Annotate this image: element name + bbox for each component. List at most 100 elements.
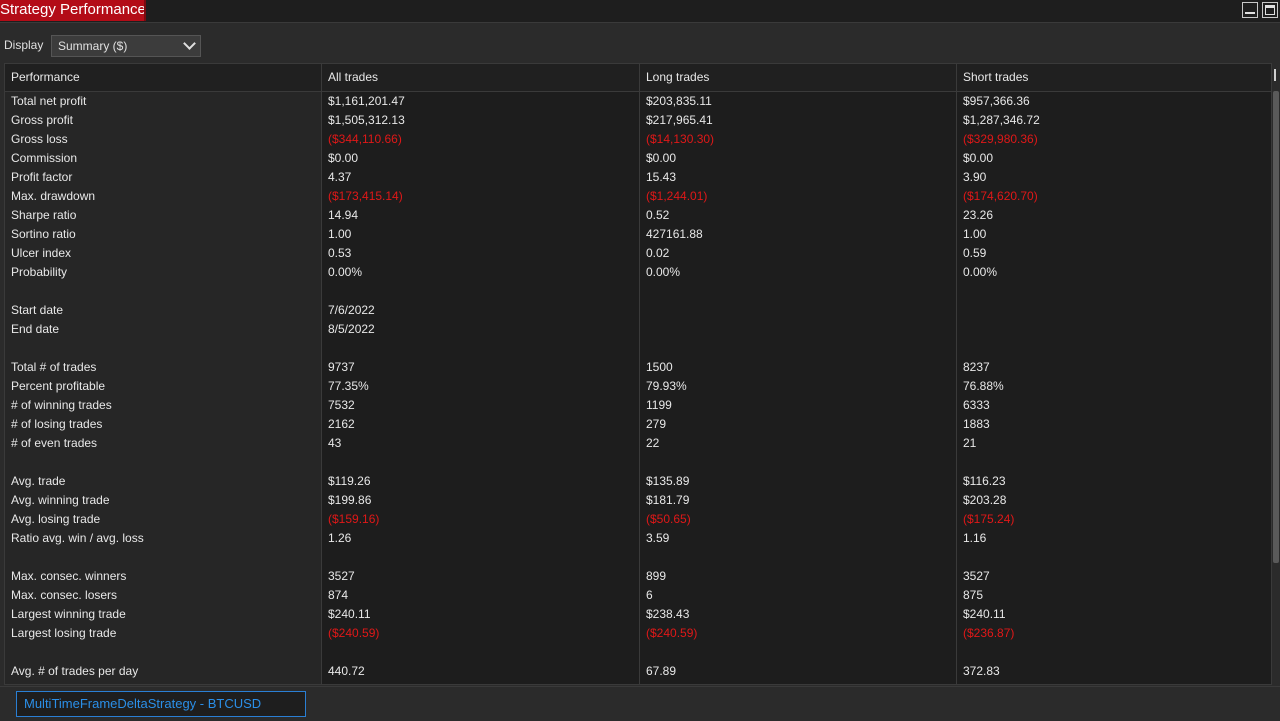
table-row[interactable]: Sharpe ratio 14.94 0.52 23.26 xyxy=(5,206,1271,225)
row-label: Profit factor xyxy=(11,170,73,184)
row-value: 372.83 xyxy=(963,664,1000,678)
table-row[interactable]: Percent profitable 77.35% 79.93% 76.88% xyxy=(5,377,1271,396)
table-row[interactable]: Profit factor 4.37 15.43 3.90 xyxy=(5,168,1271,187)
row-value: 7/6/2022 xyxy=(328,303,375,317)
table-row[interactable] xyxy=(5,453,1271,472)
row-value xyxy=(640,339,957,358)
header-short-trades[interactable]: Short trades xyxy=(957,64,1271,91)
row-value: 899 xyxy=(646,569,667,583)
table-row[interactable] xyxy=(5,339,1271,358)
row-value: ($173,415.14) xyxy=(328,189,403,203)
performance-grid: Performance All trades Long trades Short… xyxy=(4,63,1272,685)
row-value xyxy=(640,282,957,301)
row-value: 2162 xyxy=(328,417,355,431)
row-value: 440.72 xyxy=(328,664,365,678)
row-value: 1883 xyxy=(963,417,990,431)
row-value: $203.28 xyxy=(963,493,1007,507)
table-row[interactable] xyxy=(5,643,1271,662)
table-row[interactable]: # of losing trades 2162 279 1883 xyxy=(5,415,1271,434)
row-label: Largest winning trade xyxy=(11,607,126,621)
grid-header: Performance All trades Long trades Short… xyxy=(5,64,1271,92)
row-value xyxy=(640,301,957,320)
table-row[interactable]: End date 8/5/2022 xyxy=(5,320,1271,339)
row-value xyxy=(322,548,640,567)
table-row[interactable] xyxy=(5,548,1271,567)
row-value: ($1,244.01) xyxy=(646,189,708,203)
display-label: Display xyxy=(4,38,44,52)
header-all-trades[interactable]: All trades xyxy=(322,64,640,91)
header-long-trades[interactable]: Long trades xyxy=(640,64,957,91)
row-value: $119.26 xyxy=(328,474,371,488)
table-row[interactable]: Commission $0.00 $0.00 $0.00 xyxy=(5,149,1271,168)
minimize-icon[interactable] xyxy=(1242,2,1258,18)
row-value: 8/5/2022 xyxy=(328,322,375,336)
row-value: 0.59 xyxy=(963,246,987,260)
row-value: 427161.88 xyxy=(646,227,703,241)
row-value: 0.00% xyxy=(646,265,681,279)
table-row[interactable]: Sortino ratio 1.00 427161.88 1.00 xyxy=(5,225,1271,244)
row-value: 9737 xyxy=(328,360,355,374)
table-row[interactable]: Probability 0.00% 0.00% 0.00% xyxy=(5,263,1271,282)
table-row[interactable]: # of even trades 43 22 21 xyxy=(5,434,1271,453)
row-label: Avg. winning trade xyxy=(11,493,110,507)
scroll-thumb[interactable] xyxy=(1273,91,1279,563)
table-row[interactable]: Ratio avg. win / avg. loss 1.26 3.59 1.16 xyxy=(5,529,1271,548)
maximize-icon[interactable] xyxy=(1262,2,1278,18)
row-value: 1.26 xyxy=(328,531,352,545)
row-value: ($14,130.30) xyxy=(646,132,715,146)
row-value: 0.52 xyxy=(646,208,670,222)
row-value xyxy=(957,282,1271,301)
table-row[interactable]: Total # of trades 9737 1500 8237 xyxy=(5,358,1271,377)
row-value xyxy=(322,339,640,358)
table-row[interactable]: Max. consec. losers 874 6 875 xyxy=(5,586,1271,605)
row-value xyxy=(957,643,1271,662)
row-label: End date xyxy=(11,322,60,336)
display-select[interactable]: Summary ($) xyxy=(51,35,201,57)
row-label: Max. consec. losers xyxy=(11,588,118,602)
row-value: 3.90 xyxy=(963,170,987,184)
row-label: Start date xyxy=(11,303,64,317)
row-value: ($159.16) xyxy=(328,512,380,526)
table-row[interactable]: Gross profit $1,505,312.13 $217,965.41 $1,2… xyxy=(5,111,1271,130)
row-value: ($175.24) xyxy=(963,512,1015,526)
row-label: Ratio avg. win / avg. loss xyxy=(11,531,144,545)
row-value xyxy=(322,453,640,472)
table-row[interactable]: Avg. # of trades per day 440.72 67.89 372.8… xyxy=(5,662,1271,681)
row-label: Sharpe ratio xyxy=(11,208,77,222)
table-row[interactable]: Start date 7/6/2022 xyxy=(5,301,1271,320)
table-row[interactable]: Avg. losing trade ($159.16) ($50.65) ($175.… xyxy=(5,510,1271,529)
table-row[interactable]: Max. consec. winners 3527 899 3527 xyxy=(5,567,1271,586)
table-row[interactable]: Avg. trade $119.26 $135.89 $116.23 xyxy=(5,472,1271,491)
scroll-top-icon[interactable] xyxy=(1272,65,1280,85)
table-row[interactable]: Max. drawdown ($173,415.14) ($1,244.01) ($1… xyxy=(5,187,1271,206)
row-value: 8237 xyxy=(963,360,990,374)
row-value: $1,505,312.13 xyxy=(328,113,405,127)
table-row[interactable]: Avg. winning trade $199.86 $181.79 $203.28 xyxy=(5,491,1271,510)
table-row[interactable]: Total net profit $1,161,201.47 $203,835.11… xyxy=(5,92,1271,111)
table-row[interactable]: Largest losing trade ($240.59) ($240.59) ($… xyxy=(5,624,1271,643)
row-label: Avg. # of trades per day xyxy=(11,664,139,678)
header-performance[interactable]: Performance xyxy=(5,64,322,91)
row-value xyxy=(957,301,1271,320)
row-value: 0.02 xyxy=(646,246,670,260)
row-label xyxy=(5,282,322,301)
table-row[interactable]: Gross loss ($344,110.66) ($14,130.30) ($329… xyxy=(5,130,1271,149)
row-label: # of losing trades xyxy=(11,417,103,431)
row-value xyxy=(957,320,1271,339)
strategy-tab[interactable]: MultiTimeFrameDeltaStrategy - BTCUSD xyxy=(16,691,306,717)
row-value: 874 xyxy=(328,588,349,602)
toolbar: Display Summary ($) xyxy=(0,28,1280,62)
row-value: 79.93% xyxy=(646,379,687,393)
table-row[interactable]: Ulcer index 0.53 0.02 0.59 xyxy=(5,244,1271,263)
row-value xyxy=(957,339,1271,358)
row-value: $0.00 xyxy=(328,151,359,165)
table-row[interactable] xyxy=(5,282,1271,301)
row-value: $199.86 xyxy=(328,493,372,507)
row-value: 76.88% xyxy=(963,379,1004,393)
row-label: Largest losing trade xyxy=(11,626,117,640)
table-row[interactable]: # of winning trades 7532 1199 6333 xyxy=(5,396,1271,415)
vertical-scrollbar[interactable] xyxy=(1272,63,1280,685)
row-value: 279 xyxy=(646,417,667,431)
row-value xyxy=(957,453,1271,472)
table-row[interactable]: Largest winning trade $240.11 $238.43 $240.… xyxy=(5,605,1271,624)
